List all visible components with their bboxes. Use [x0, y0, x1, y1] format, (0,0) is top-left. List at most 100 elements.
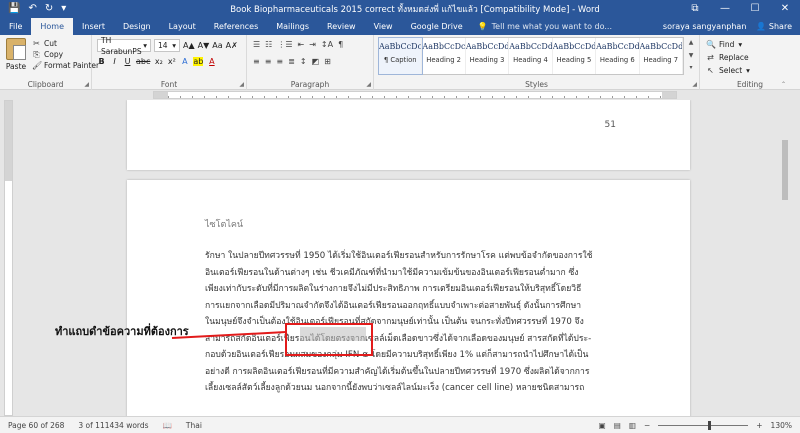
copy-button[interactable]: ⎘ Copy: [32, 49, 99, 60]
dialog-launcher-icon[interactable]: ◢: [692, 81, 697, 88]
paste-button[interactable]: Paste: [4, 38, 28, 71]
maximize-icon[interactable]: ☐: [740, 0, 770, 18]
section-title[interactable]: ไซโตไคน์: [205, 217, 243, 231]
change-case-button[interactable]: Aa: [212, 41, 222, 50]
underline-button[interactable]: U: [123, 57, 132, 66]
style-caption[interactable]: AaBbCcDc ¶ Caption: [377, 37, 424, 75]
style-heading-6[interactable]: AaBbCcDdEe Heading 6: [596, 38, 640, 74]
shading-button[interactable]: ◩: [312, 57, 320, 66]
numbering-button[interactable]: ☷: [265, 40, 272, 49]
tab-home[interactable]: Home: [31, 18, 74, 35]
proofing-icon[interactable]: 📖: [163, 421, 172, 430]
text-line[interactable]: เพียงเท่ากับระดับที่มีการผลิตในร่างกายจึ…: [205, 281, 627, 298]
find-button[interactable]: 🔍 Find ▾: [706, 38, 750, 51]
align-right-button[interactable]: ≡: [276, 57, 283, 66]
scroll-thumb[interactable]: [782, 140, 788, 200]
highlight-color-button[interactable]: ab: [193, 57, 204, 66]
current-page[interactable]: ไซโตไคน์ รักษา ในปลายปีทศวรรษที่ 1950 ได…: [127, 180, 690, 416]
tab-layout[interactable]: Layout: [160, 18, 205, 35]
text-line[interactable]: การแยกจากเลือดมีปริมาณจำกัดจึงได้อินเตอร…: [205, 298, 627, 315]
center-button[interactable]: ≡: [265, 57, 272, 66]
zoom-level[interactable]: 130%: [771, 421, 792, 430]
page-count-status[interactable]: Page 60 of 268: [8, 421, 64, 430]
text-line[interactable]: อินเตอร์เฟียรอนในด้านต่างๆ เช่น ชีวเคมีภ…: [205, 265, 627, 282]
style-heading-7[interactable]: AaBbCcDdEe Heading 7: [640, 38, 683, 74]
tab-file[interactable]: File: [0, 18, 31, 35]
bold-button[interactable]: B: [97, 57, 106, 66]
print-layout-icon[interactable]: ▤: [614, 421, 621, 430]
chevron-down-icon[interactable]: ▼: [686, 50, 696, 63]
text-line[interactable]: รักษา ในปลายปีทศวรรษที่ 1950 ได้เริ่มใช้…: [205, 248, 627, 265]
format-painter-button[interactable]: 🖌 Format Painter: [32, 60, 99, 71]
show-marks-button[interactable]: ¶: [338, 40, 343, 49]
text-line[interactable]: กอบด้วยอินเตอร์เฟียรอนผสมของกลุ่ม IFN-α …: [205, 347, 627, 364]
line-spacing-button[interactable]: ↕: [300, 57, 307, 66]
font-color-button[interactable]: A: [207, 57, 216, 66]
font-size-combo[interactable]: 14 ▾: [154, 39, 180, 52]
zoom-slider[interactable]: [658, 420, 749, 430]
read-mode-icon[interactable]: ▣: [599, 421, 606, 430]
grow-font-button[interactable]: A▲: [183, 41, 195, 50]
ribbon-display-options-icon[interactable]: ⧉: [680, 0, 710, 18]
strikethrough-button[interactable]: abc: [136, 57, 150, 66]
redo-icon[interactable]: ↻: [45, 0, 53, 18]
tab-references[interactable]: References: [205, 18, 267, 35]
replace-button[interactable]: ⇄ Replace: [706, 51, 750, 64]
align-left-button[interactable]: ≡: [253, 57, 260, 66]
dialog-launcher-icon[interactable]: ◢: [84, 81, 89, 88]
tab-google-drive[interactable]: Google Drive: [402, 18, 472, 35]
undo-icon[interactable]: ↶: [28, 0, 36, 18]
decrease-indent-button[interactable]: ⇤: [298, 40, 305, 49]
vertical-ruler[interactable]: [4, 100, 13, 416]
previous-page[interactable]: 51: [127, 100, 690, 170]
selected-text-line[interactable]: ในมนุษย์จึงจำเป็นต้องใช้อินเตอร์เฟียรอนท…: [205, 314, 627, 331]
select-button[interactable]: ↖ Select ▾: [706, 64, 750, 77]
text-line[interactable]: เลี้ยงเซลล์สัตว์เลี้ยงลูกด้วยนม นอกจากนี…: [205, 380, 627, 397]
dialog-launcher-icon[interactable]: ◢: [239, 81, 244, 88]
cut-button[interactable]: ✂ Cut: [32, 38, 99, 49]
horizontal-ruler[interactable]: [153, 91, 677, 99]
text-line[interactable]: อย่างดี การผลิตอินเตอร์เฟียรอนที่มีความส…: [205, 364, 627, 381]
zoom-out-button[interactable]: −: [644, 421, 650, 430]
style-heading-5[interactable]: AaBbCcDdEe Heading 5: [553, 38, 597, 74]
increase-indent-button[interactable]: ⇥: [309, 40, 316, 49]
style-heading-3[interactable]: AaBbCcDdEe Heading 3: [466, 38, 510, 74]
close-icon[interactable]: ✕: [770, 0, 800, 18]
style-heading-4[interactable]: AaBbCcDdEe Heading 4: [509, 38, 553, 74]
borders-button[interactable]: ⊞: [324, 57, 331, 66]
language-status[interactable]: Thai: [186, 421, 202, 430]
chevron-up-icon[interactable]: ▲: [686, 37, 696, 50]
zoom-in-button[interactable]: +: [756, 421, 762, 430]
minimize-icon[interactable]: —: [710, 0, 740, 18]
font-name-combo[interactable]: TH SarabunPS ▾: [97, 36, 151, 56]
tab-view[interactable]: View: [365, 18, 402, 35]
word-count-status[interactable]: 3 of 111434 words: [78, 421, 148, 430]
vertical-scrollbar[interactable]: [780, 100, 790, 416]
save-icon[interactable]: 💾: [8, 0, 20, 18]
customize-qat-icon[interactable]: ▾: [61, 0, 66, 18]
zoom-slider-thumb[interactable]: [708, 420, 712, 430]
share-button[interactable]: 👤 Share: [756, 22, 792, 31]
sort-button[interactable]: ↕A: [321, 40, 333, 49]
multilevel-list-button[interactable]: ⋮☰: [277, 40, 292, 49]
shrink-font-button[interactable]: A▼: [198, 41, 210, 50]
user-name[interactable]: soraya sangyanphan: [663, 22, 746, 31]
tab-review[interactable]: Review: [318, 18, 365, 35]
dialog-launcher-icon[interactable]: ◢: [366, 81, 371, 88]
italic-button[interactable]: I: [110, 57, 119, 66]
justify-button[interactable]: ≣: [288, 57, 295, 66]
web-layout-icon[interactable]: ▥: [629, 421, 636, 430]
tab-mailings[interactable]: Mailings: [267, 18, 318, 35]
superscript-button[interactable]: x²: [167, 57, 176, 66]
text-effects-button[interactable]: A: [180, 57, 189, 66]
document-area[interactable]: 51 ไซโตไคน์ รักษา ในปลายปีทศวรรษที่ 1950…: [14, 100, 790, 416]
subscript-button[interactable]: x₂: [154, 57, 163, 66]
document-body[interactable]: รักษา ในปลายปีทศวรรษที่ 1950 ได้เริ่มใช้…: [205, 248, 627, 397]
tell-me-box[interactable]: 💡 Tell me what you want to do...: [478, 18, 612, 35]
collapse-ribbon-icon[interactable]: ⌃: [781, 81, 786, 88]
style-heading-2[interactable]: AaBbCcDc Heading 2: [422, 38, 466, 74]
tab-insert[interactable]: Insert: [73, 18, 114, 35]
tab-design[interactable]: Design: [114, 18, 160, 35]
more-styles-icon[interactable]: ▾: [686, 62, 696, 75]
bullets-button[interactable]: ☰: [253, 40, 260, 49]
